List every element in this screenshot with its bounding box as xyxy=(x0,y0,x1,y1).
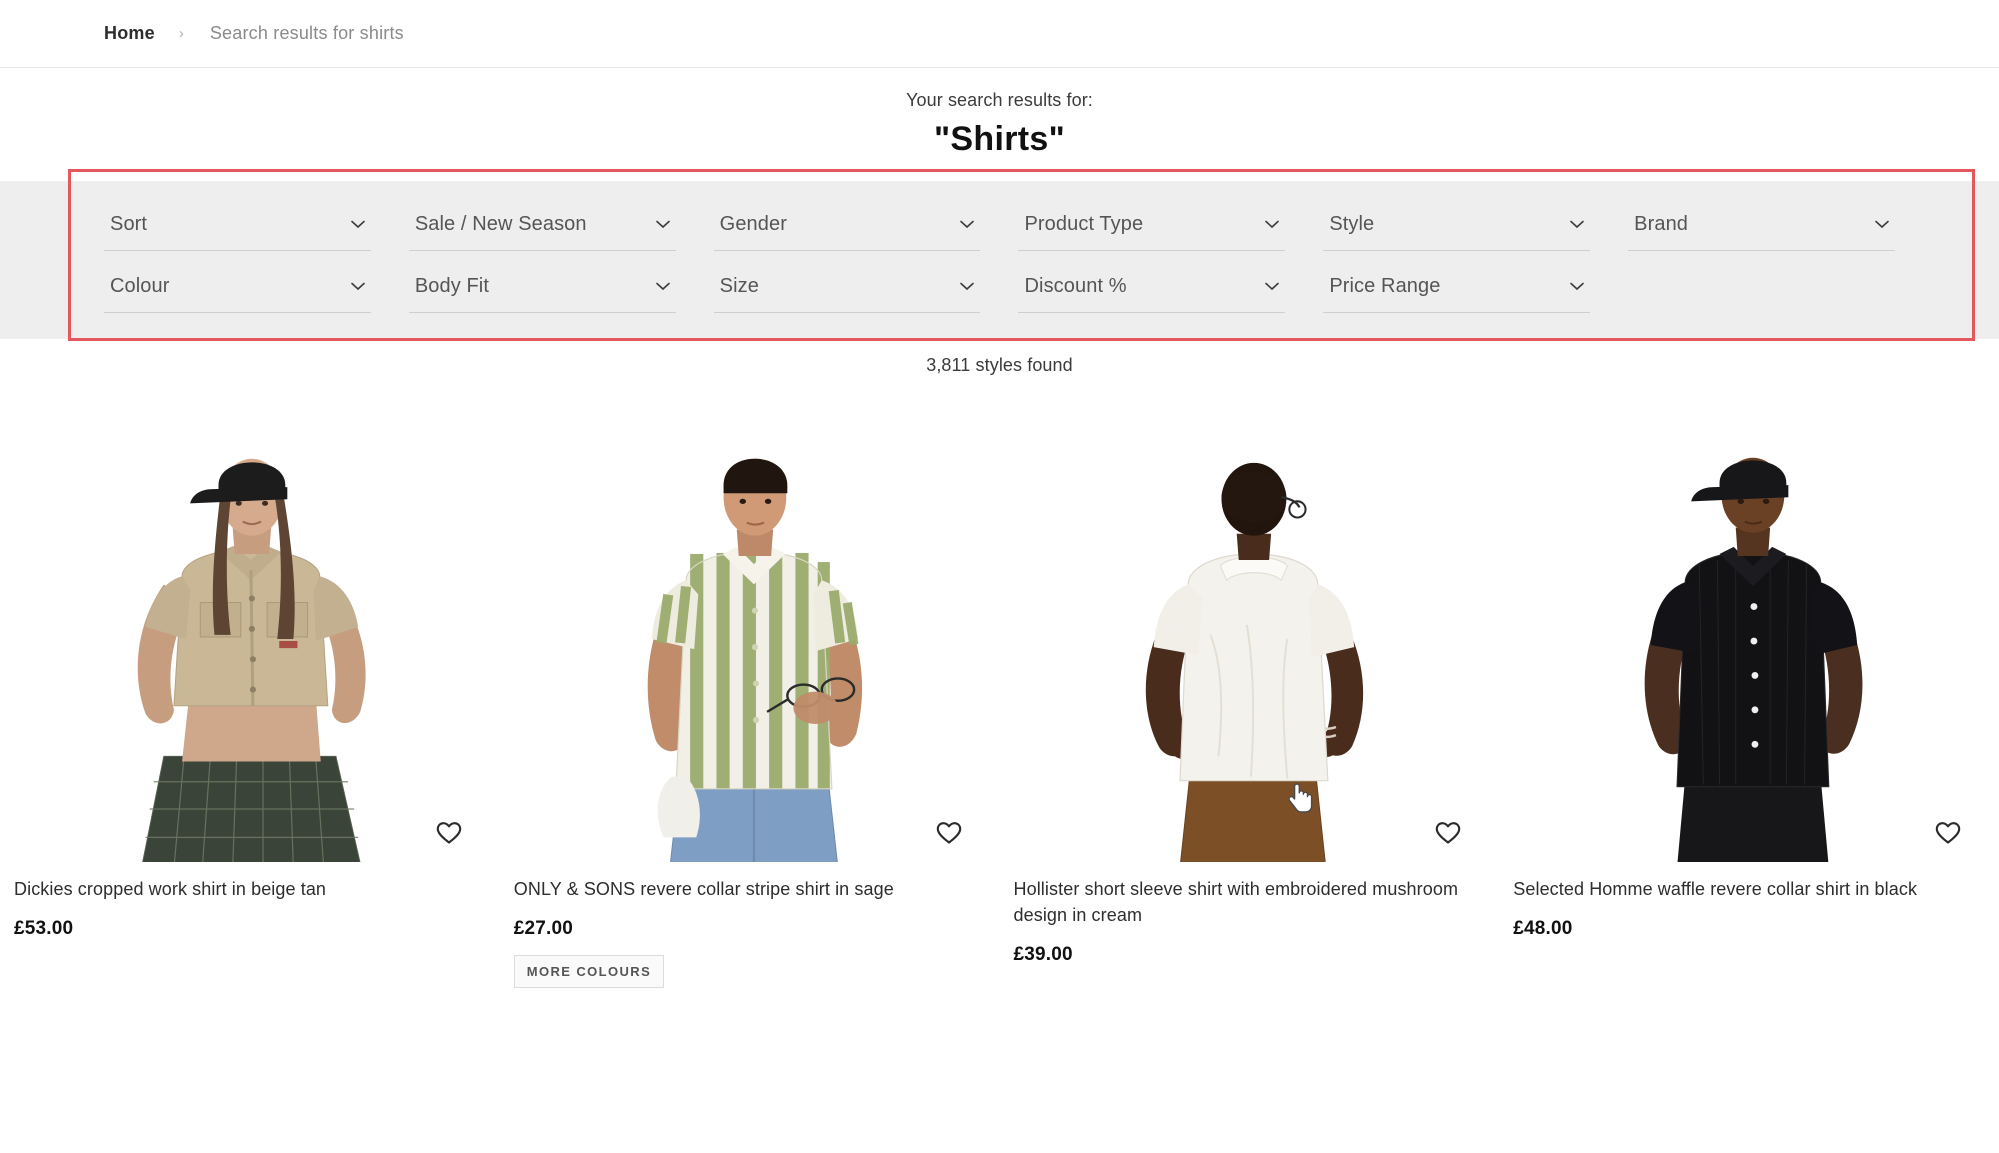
product-image-2[interactable] xyxy=(511,392,988,862)
product-info-2: ONLY & SONS revere collar stripe shirt i… xyxy=(500,862,1000,989)
filter-gender-label: Gender xyxy=(719,213,787,235)
filter-style-select[interactable]: Style xyxy=(1323,205,1591,251)
product-card: ONLY & SONS revere collar stripe shirt i… xyxy=(500,392,1000,989)
filter-body-fit[interactable]: Body Fit xyxy=(408,267,676,313)
filter-price-range-label: Price Range xyxy=(1329,275,1441,297)
product-image-4[interactable] xyxy=(1511,392,1987,862)
filter-body-fit-select[interactable]: Body Fit xyxy=(408,267,676,313)
filter-price-range[interactable]: Price Range xyxy=(1323,267,1591,313)
filter-price-range-select[interactable]: Price Range xyxy=(1323,267,1591,313)
product-image-3[interactable] xyxy=(1011,392,1488,862)
results-count: 3,811 styles found xyxy=(926,355,1073,375)
product-photo-dickies-shirt xyxy=(12,392,488,862)
chevron-down-icon xyxy=(351,282,365,291)
product-price: £48.00 xyxy=(1513,918,1573,940)
chevron-down-icon xyxy=(351,220,365,229)
save-to-wishlist-button-4[interactable] xyxy=(1927,812,1969,854)
product-photo-selected-homme-shirt xyxy=(1511,392,1987,862)
filter-product-type[interactable]: Product Type xyxy=(1018,205,1286,251)
chevron-down-icon xyxy=(1875,220,1889,229)
filter-empty-slot-inner xyxy=(1628,267,1895,289)
product-image-1[interactable] xyxy=(12,392,488,862)
heart-icon xyxy=(436,822,461,844)
heart-icon xyxy=(1935,822,1961,844)
product-info-4: Selected Homme waffle revere collar shir… xyxy=(1499,862,1999,940)
filter-size[interactable]: Size xyxy=(713,267,981,313)
product-title[interactable]: Selected Homme waffle revere collar shir… xyxy=(1513,876,1985,902)
filter-style-label: Style xyxy=(1329,213,1375,235)
chevron-down-icon xyxy=(960,282,975,291)
chevron-down-icon xyxy=(1570,282,1584,291)
product-title[interactable]: ONLY & SONS revere collar stripe shirt i… xyxy=(514,876,986,902)
filter-gender[interactable]: Gender xyxy=(713,205,981,251)
filter-colour-label: Colour xyxy=(110,275,170,297)
chevron-down-icon xyxy=(1570,220,1584,229)
filter-row-2: Colour Body Fit Size Discount % Price Ra… xyxy=(104,267,1895,313)
filter-discount-select[interactable]: Discount % xyxy=(1018,267,1286,313)
filter-sale-new-season[interactable]: Sale / New Season xyxy=(408,205,676,251)
filter-empty-slot xyxy=(1628,267,1895,313)
chevron-down-icon xyxy=(960,220,975,229)
chevron-down-icon xyxy=(1265,282,1280,291)
save-to-wishlist-button-3[interactable] xyxy=(1427,812,1469,854)
product-card: Selected Homme waffle revere collar shir… xyxy=(1499,392,1999,988)
chevron-down-icon xyxy=(655,220,670,229)
filter-brand-label: Brand xyxy=(1634,213,1689,235)
product-price: £53.00 xyxy=(14,918,74,940)
filter-colour[interactable]: Colour xyxy=(104,267,371,313)
product-card: Hollister short sleeve shirt with embroi… xyxy=(1000,392,1500,988)
product-title[interactable]: Hollister short sleeve shirt with embroi… xyxy=(1014,876,1486,928)
filter-discount[interactable]: Discount % xyxy=(1018,267,1286,313)
filter-style[interactable]: Style xyxy=(1323,205,1591,251)
save-to-wishlist-button-1[interactable] xyxy=(428,812,470,854)
product-title[interactable]: Dickies cropped work shirt in beige tan xyxy=(14,876,486,902)
product-price: £27.00 xyxy=(513,918,574,940)
heart-icon xyxy=(936,822,961,844)
filter-row-1: Sort Sale / New Season Gender Product Ty… xyxy=(104,205,1895,251)
breadcrumb-current: Search results for shirts xyxy=(209,23,404,43)
filter-size-select[interactable]: Size xyxy=(713,267,981,313)
chevron-down-icon xyxy=(655,282,670,291)
filter-colour-select[interactable]: Colour xyxy=(104,267,371,313)
filter-product-type-label: Product Type xyxy=(1024,213,1144,235)
product-card: Dickies cropped work shirt in beige tan … xyxy=(0,392,500,988)
product-grid: Dickies cropped work shirt in beige tan … xyxy=(0,376,1999,989)
product-price: £39.00 xyxy=(1013,944,1073,966)
page-title: "Shirts" xyxy=(934,120,1065,158)
breadcrumb-home-link[interactable]: Home xyxy=(104,23,155,44)
filter-sort-label: Sort xyxy=(110,213,148,235)
heart-icon xyxy=(1436,822,1461,844)
filter-section: Sort Sale / New Season Gender Product Ty… xyxy=(0,169,1999,341)
breadcrumb: Home › Search results for shirts xyxy=(0,0,1999,68)
filter-sale-new-season-label: Sale / New Season xyxy=(414,213,587,235)
filter-gender-select[interactable]: Gender xyxy=(713,205,981,251)
filter-sale-new-season-select[interactable]: Sale / New Season xyxy=(408,205,676,251)
filter-brand-select[interactable]: Brand xyxy=(1628,205,1895,251)
more-colours-badge[interactable]: MORE COLOURS xyxy=(513,955,665,989)
filter-bar: Sort Sale / New Season Gender Product Ty… xyxy=(0,181,1999,339)
product-photo-hollister-shirt xyxy=(1011,392,1488,862)
product-info-1: Dickies cropped work shirt in beige tan … xyxy=(0,862,500,940)
filter-product-type-select[interactable]: Product Type xyxy=(1018,205,1286,251)
product-photo-only-sons-shirt xyxy=(511,392,988,862)
filter-sort[interactable]: Sort xyxy=(104,205,371,251)
chevron-down-icon xyxy=(1265,220,1280,229)
breadcrumb-separator-icon: › xyxy=(178,25,184,42)
save-to-wishlist-button-2[interactable] xyxy=(928,812,970,854)
search-header: Your search results for: "Shirts" xyxy=(0,68,1999,159)
filter-brand[interactable]: Brand xyxy=(1628,205,1895,251)
filter-sort-select[interactable]: Sort xyxy=(104,205,371,251)
filter-discount-label: Discount % xyxy=(1024,275,1127,297)
filter-size-label: Size xyxy=(719,275,759,297)
filter-body-fit-label: Body Fit xyxy=(414,275,489,297)
product-info-3: Hollister short sleeve shirt with embroi… xyxy=(1000,862,1500,966)
search-subtitle: Your search results for: xyxy=(906,90,1093,110)
